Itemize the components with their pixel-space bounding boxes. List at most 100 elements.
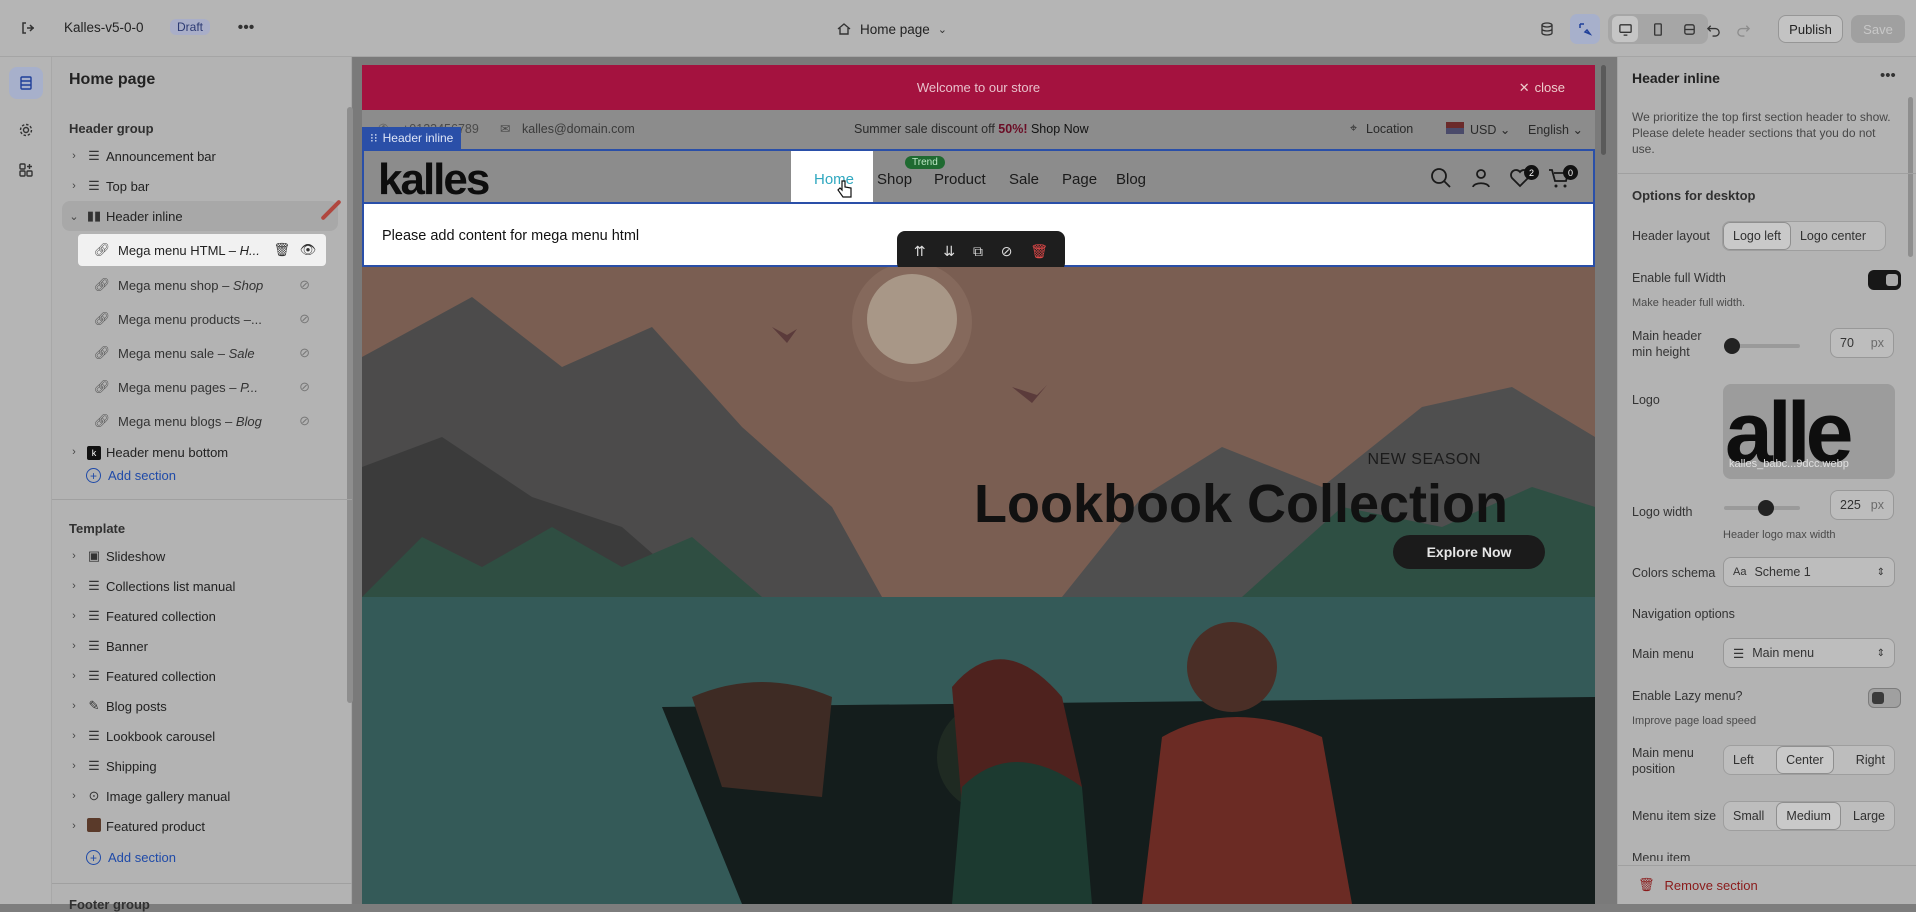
search-icon[interactable]	[1429, 166, 1453, 190]
position-right[interactable]: Right	[1847, 746, 1894, 774]
section-featured-collection-2[interactable]: › ☰ Featured collection	[52, 661, 340, 691]
chevron-down-icon[interactable]: ⌄	[66, 210, 82, 223]
size-large[interactable]: Large	[1844, 802, 1894, 830]
add-section-template[interactable]: + Add section	[86, 850, 176, 865]
eye-off-icon[interactable]: ⊘	[299, 277, 310, 293]
logo-width-knob[interactable]	[1757, 500, 1774, 516]
block-mega-menu-html[interactable]: 🔗︎ Mega menu HTML – H... 🗑︎ 👁︎	[78, 234, 326, 266]
section-image-gallery-manual[interactable]: › ⊙ Image gallery manual	[52, 781, 340, 811]
chevron-right-icon[interactable]: ›	[66, 760, 82, 772]
min-height-input[interactable]: 70 px	[1830, 328, 1894, 358]
account-icon[interactable]	[1469, 166, 1493, 190]
publish-button[interactable]: Publish	[1778, 15, 1843, 43]
delete-icon[interactable]: 🗑︎	[1030, 243, 1048, 260]
section-slideshow[interactable]: › ▣ Slideshow	[52, 541, 340, 571]
eye-off-icon[interactable]: ⊘	[299, 311, 310, 327]
currency-select[interactable]: USD ⌄	[1470, 122, 1510, 137]
logo-width-slider[interactable]	[1724, 500, 1800, 516]
eye-icon[interactable]: 👁︎	[299, 241, 317, 259]
move-up-icon[interactable]: ⇈	[914, 243, 926, 260]
section-blog-posts[interactable]: › ✎ Blog posts	[52, 691, 340, 721]
section-lookbook-carousel[interactable]: › ☰ Lookbook carousel	[52, 721, 340, 751]
eye-off-icon[interactable]: ⊘	[299, 413, 310, 429]
chevron-right-icon[interactable]: ›	[66, 610, 82, 622]
database-icon[interactable]	[1534, 16, 1560, 42]
position-left[interactable]: Left	[1724, 746, 1763, 774]
block-mega-menu-blogs[interactable]: 🔗︎ Mega menu blogs – Blog ⊘	[78, 405, 326, 437]
undo-icon[interactable]	[1700, 16, 1726, 42]
chevron-right-icon[interactable]: ›	[66, 790, 82, 802]
logo-width-input[interactable]: 225 px	[1830, 490, 1894, 520]
layout-logo-center[interactable]: Logo center	[1791, 222, 1875, 250]
position-center[interactable]: Center	[1776, 746, 1834, 774]
eye-off-icon[interactable]: ⊘	[299, 345, 310, 361]
eye-off-icon[interactable]: ⊘	[299, 379, 310, 395]
min-height-knob[interactable]	[1723, 338, 1740, 354]
layout-logo-left[interactable]: Logo left	[1723, 222, 1791, 250]
mobile-view-icon[interactable]	[1644, 16, 1670, 42]
min-height-slider[interactable]	[1723, 338, 1800, 354]
chevron-right-icon[interactable]: ›	[66, 550, 82, 562]
nav-blog[interactable]: Blog	[1116, 171, 1146, 188]
duplicate-icon[interactable]: ⧉	[973, 243, 983, 260]
more-actions-icon[interactable]: •••	[1880, 67, 1896, 84]
settings-gear-icon[interactable]	[13, 117, 39, 143]
hero-cta-button[interactable]: Explore Now	[1393, 535, 1545, 569]
save-button[interactable]: Save	[1851, 15, 1905, 43]
chevron-right-icon[interactable]: ›	[66, 820, 82, 832]
nav-page[interactable]: Page	[1062, 171, 1097, 188]
section-featured-product[interactable]: › Featured product	[52, 811, 340, 841]
section-banner[interactable]: › ☰ Banner	[52, 631, 340, 661]
header-inline[interactable]: ⁝⁝ Header inline kalles Home Shop Trend P…	[362, 127, 1595, 205]
sections-icon[interactable]	[9, 67, 43, 99]
full-width-toggle[interactable]	[1868, 270, 1901, 290]
announcement-close[interactable]: ✕ close	[1519, 80, 1565, 96]
block-mega-menu-sale[interactable]: 🔗︎ Mega menu sale – Sale ⊘	[78, 337, 326, 369]
canvas-scrollbar[interactable]	[1601, 65, 1606, 155]
section-announcement-bar[interactable]: › ☰ Announcement bar	[52, 141, 340, 171]
apps-icon[interactable]	[13, 157, 39, 183]
chevron-right-icon[interactable]: ›	[66, 640, 82, 652]
section-shipping[interactable]: › ☰ Shipping	[52, 751, 340, 781]
promo-link[interactable]: Shop Now	[1031, 122, 1089, 136]
block-mega-menu-products[interactable]: 🔗︎ Mega menu products –... ⊘	[78, 303, 326, 335]
location-link[interactable]: Location	[1366, 122, 1413, 136]
desktop-view-icon[interactable]	[1612, 16, 1638, 42]
store-logo[interactable]: kalles	[378, 155, 490, 205]
block-mega-menu-shop[interactable]: 🔗︎ Mega menu shop – Shop ⊘	[78, 269, 326, 301]
logo-picker[interactable]: alle kalles_babc...9dcc.webp	[1723, 384, 1895, 479]
main-menu-select[interactable]: ☰ Main menu ⇕	[1723, 638, 1895, 668]
remove-section-button[interactable]: 🗑︎ Remove section	[1618, 865, 1916, 904]
more-actions-icon[interactable]: •••	[234, 16, 258, 40]
size-medium[interactable]: Medium	[1776, 802, 1841, 830]
size-small[interactable]: Small	[1724, 802, 1773, 830]
chevron-right-icon[interactable]: ›	[66, 446, 82, 458]
move-down-icon[interactable]: ⇊	[943, 243, 955, 260]
eye-off-icon[interactable]: ⊘	[1001, 243, 1013, 260]
section-header-inline[interactable]: ⌄ ▮▮ Header inline	[62, 201, 338, 231]
page-selector[interactable]: Home page ⌄	[836, 16, 947, 42]
block-mega-menu-pages[interactable]: 🔗︎ Mega menu pages – P... ⊘	[78, 371, 326, 403]
settings-scrollbar[interactable]	[1908, 97, 1913, 257]
chevron-right-icon[interactable]: ›	[66, 580, 82, 592]
nav-product[interactable]: Product	[934, 171, 986, 188]
language-select[interactable]: English ⌄	[1528, 122, 1583, 137]
chevron-right-icon[interactable]: ›	[66, 180, 82, 192]
section-featured-collection[interactable]: › ☰ Featured collection	[52, 601, 340, 631]
nav-shop[interactable]: Shop	[877, 171, 912, 188]
colors-schema-select[interactable]: Aa Scheme 1 ⇕	[1723, 557, 1895, 587]
select-tool-icon[interactable]	[1570, 14, 1600, 44]
chevron-right-icon[interactable]: ›	[66, 730, 82, 742]
lazy-menu-toggle[interactable]	[1868, 688, 1901, 708]
chevron-right-icon[interactable]: ›	[66, 150, 82, 162]
chevron-right-icon[interactable]: ›	[66, 670, 82, 682]
section-header-menu-bottom[interactable]: › k Header menu bottom	[52, 437, 340, 467]
add-section-header[interactable]: + Add section	[86, 468, 176, 483]
redo-icon[interactable]	[1730, 16, 1756, 42]
nav-sale[interactable]: Sale	[1009, 171, 1039, 188]
fullscreen-icon[interactable]	[1676, 16, 1702, 42]
chevron-right-icon[interactable]: ›	[66, 700, 82, 712]
section-collections-list-manual[interactable]: › ☰ Collections list manual	[52, 571, 340, 601]
delete-icon[interactable]: 🗑︎	[273, 242, 290, 258]
section-top-bar[interactable]: › ☰ Top bar	[52, 171, 340, 201]
